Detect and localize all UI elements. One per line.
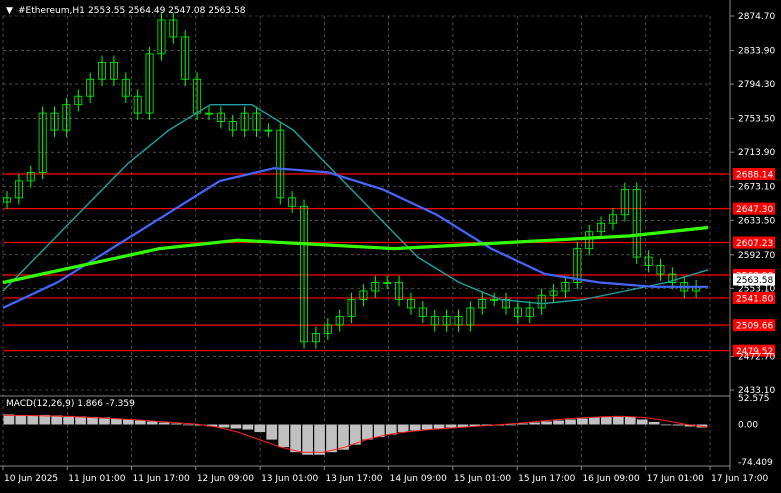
macd-bar (660, 424, 672, 426)
macd-bar (266, 424, 278, 440)
time-tick-label: 12 Jun 09:00 (197, 474, 254, 484)
macd-bar (182, 424, 194, 426)
time-tick-label: 11 Jun 01:00 (68, 474, 125, 484)
macd-bar (230, 424, 242, 429)
price-tick-label: 2713.90 (738, 148, 775, 158)
ohlc-values: 2553.55 2564.49 2547.08 2563.58 (88, 6, 246, 16)
time-tick-label: 14 Jun 09:00 (390, 474, 447, 484)
price-tick-label: 2833.90 (738, 47, 775, 57)
price-tick-label: 2592.70 (738, 251, 775, 261)
macd-bar (600, 416, 612, 425)
macd-bar (589, 417, 600, 425)
macd-bar (553, 420, 564, 425)
macd-bar (672, 424, 684, 426)
macd-tick-label: 0.00 (738, 420, 758, 430)
price-tick-label: 2874.70 (738, 12, 775, 22)
macd-bar (290, 424, 302, 453)
macd-bar (278, 424, 290, 448)
macd-bar (624, 416, 636, 425)
macd-bar (302, 424, 313, 455)
symbol-label: #Ethereum,H1 (18, 6, 85, 16)
time-tick-label: 13 Jun 17:00 (325, 474, 382, 484)
price-tick-label: 2633.50 (738, 216, 775, 226)
macd-tick-label: -74.409 (738, 458, 773, 468)
macd-bar (27, 415, 39, 425)
macd-bar (361, 424, 373, 440)
level-label: 2688.14 (736, 171, 773, 181)
macd-bar (146, 421, 158, 425)
level-label: 2509.66 (736, 322, 773, 332)
macd-bar (505, 424, 517, 426)
macd-bar (158, 422, 170, 425)
price-tick-label: 2673.10 (738, 183, 775, 193)
time-tick-label: 17 Jun 01:00 (647, 474, 704, 484)
current-price-label: 2563.58 (736, 276, 773, 286)
macd-bar (529, 422, 541, 425)
macd-bar (648, 421, 660, 425)
level-label: 2541.80 (736, 294, 773, 304)
macd-bar (122, 419, 134, 425)
macd-bar (326, 424, 337, 453)
price-tick-label: 2794.30 (738, 80, 775, 90)
chart-window[interactable]: 2688.142647.302607.232568.902541.802509.… (0, 0, 781, 489)
price-tick-label: 2753.50 (738, 115, 775, 125)
macd-bar (421, 424, 433, 430)
macd-bar (15, 415, 27, 425)
level-label: 2607.23 (736, 239, 773, 249)
macd-bar (636, 419, 648, 425)
price-tick-label: 2472.70 (738, 352, 775, 362)
macd-bar (63, 415, 74, 425)
macd-bar (51, 415, 63, 425)
macd-bar (218, 424, 230, 428)
macd-bar (445, 424, 457, 428)
macd-bar (409, 424, 421, 431)
time-tick-label: 17 Jun 17:00 (711, 474, 768, 484)
time-tick-label: 16 Jun 09:00 (582, 474, 639, 484)
time-tick-label: 13 Jun 01:00 (261, 474, 318, 484)
macd-bar (3, 414, 15, 425)
chart-menu-arrow-icon[interactable]: ▼ (6, 6, 13, 16)
macd-bar (314, 424, 325, 455)
macd-bar (254, 424, 266, 433)
time-tick-label: 11 Jun 17:00 (133, 474, 190, 484)
macd-bar (134, 420, 146, 425)
macd-bar (541, 421, 552, 425)
macd-bar (170, 423, 182, 425)
macd-bar (242, 424, 254, 430)
macd-bar (433, 424, 445, 429)
price-chart[interactable]: 2688.142647.302607.232568.902541.802509.… (0, 0, 781, 489)
time-tick-label: 15 Jun 17:00 (518, 474, 575, 484)
macd-label: MACD(12,26,9) 1.866 -7.359 (6, 399, 135, 409)
macd-bar (565, 419, 576, 425)
macd-tick-label: 52.575 (738, 394, 770, 404)
macd-bar (612, 415, 624, 425)
level-label: 2647.30 (736, 205, 773, 215)
time-tick-label: 15 Jun 01:00 (454, 474, 511, 484)
time-tick-label: 10 Jun 2025 (4, 474, 58, 484)
macd-bar (397, 424, 409, 433)
macd-bar (577, 418, 588, 425)
